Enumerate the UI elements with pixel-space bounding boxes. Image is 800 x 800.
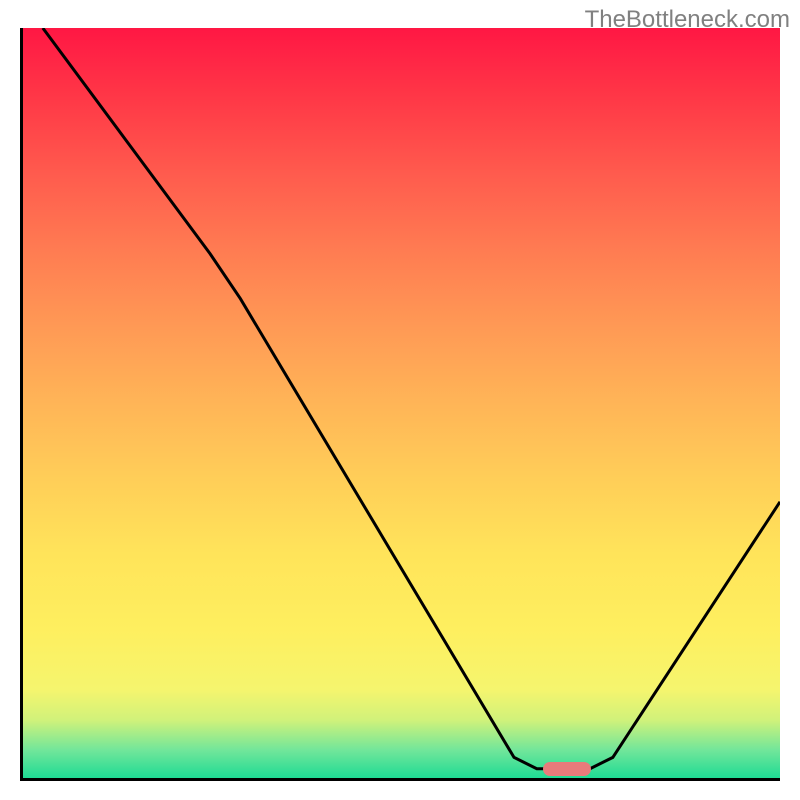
optimal-point-marker (543, 762, 591, 776)
x-axis-line (20, 778, 780, 781)
y-axis-line (20, 28, 23, 780)
watermark-text: TheBottleneck.com (585, 6, 790, 34)
bottleneck-curve (20, 28, 780, 780)
